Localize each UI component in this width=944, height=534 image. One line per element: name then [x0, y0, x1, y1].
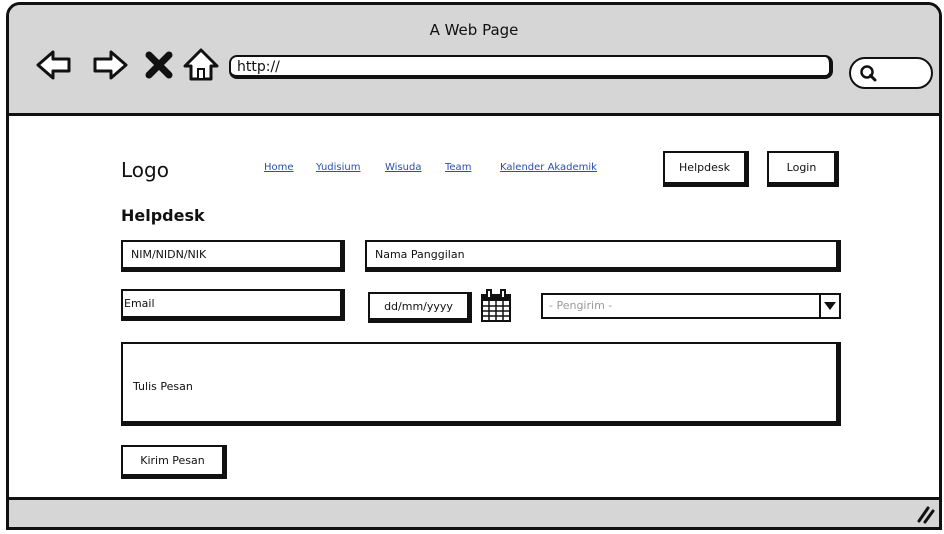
nav-link-wisuda[interactable]: Wisuda: [385, 162, 421, 173]
nav-link-team[interactable]: Team: [445, 162, 471, 173]
url-input[interactable]: http://: [229, 55, 833, 79]
login-button[interactable]: Login: [767, 151, 839, 187]
sender-select-value: - Pengirim -: [549, 299, 613, 312]
logo: Logo: [121, 158, 169, 182]
message-placeholder: Tulis Pesan: [133, 380, 193, 393]
sender-select[interactable]: - Pengirim -: [541, 293, 841, 319]
browser-toolbar: A Web Page http://: [9, 5, 939, 116]
resize-grip-icon[interactable]: [915, 504, 935, 524]
helpdesk-button[interactable]: Helpdesk: [663, 151, 749, 187]
page-content: Logo Home Yudisium Wisuda Team Kalender …: [9, 116, 939, 497]
browser-window: A Web Page http:// Logo Home Yudisium Wi: [6, 2, 942, 530]
nim-input[interactable]: NIM/NIDN/NIK: [121, 240, 345, 272]
nav-link-yudisium[interactable]: Yudisium: [316, 162, 361, 173]
forward-arrow-icon[interactable]: [89, 45, 129, 85]
nav-link-kalender-akademik[interactable]: Kalender Akademik: [500, 162, 597, 173]
date-input[interactable]: dd/mm/yyyy: [368, 292, 472, 323]
send-message-button[interactable]: Kirim Pesan: [121, 445, 227, 479]
status-bar: [9, 497, 939, 527]
close-icon[interactable]: [139, 45, 179, 85]
nav-link-home[interactable]: Home: [264, 162, 294, 173]
chevron-down-icon[interactable]: [819, 295, 839, 317]
url-text: http://: [237, 59, 280, 75]
calendar-icon[interactable]: [480, 289, 512, 323]
back-arrow-icon[interactable]: [35, 45, 75, 85]
home-icon[interactable]: [181, 45, 221, 85]
window-title: A Web Page: [429, 21, 519, 39]
page-title: Helpdesk: [121, 206, 205, 225]
email-field[interactable]: Email: [121, 289, 345, 321]
browser-search-field[interactable]: [849, 57, 933, 89]
nickname-input[interactable]: Nama Panggilan: [365, 240, 841, 272]
message-textarea[interactable]: Tulis Pesan: [121, 342, 841, 426]
search-icon: [860, 65, 877, 82]
